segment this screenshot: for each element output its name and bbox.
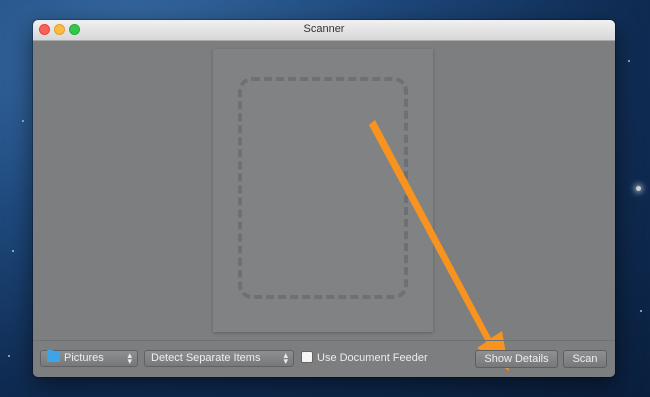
folder-icon xyxy=(47,350,60,362)
chevron-updown-icon: ▴ ▾ xyxy=(283,350,288,366)
bottom-toolbar: Pictures ▴ ▾ Detect Separate Items ▴ ▾ Use… xyxy=(33,340,615,377)
scan-mode-value: Detect Separate Items xyxy=(151,352,261,364)
star-glow xyxy=(636,186,641,191)
document-feeder-label: Use Document Feeder xyxy=(317,352,428,364)
chevron-updown-icon: ▴ ▾ xyxy=(127,350,132,366)
star xyxy=(640,310,642,312)
star xyxy=(628,60,630,62)
scan-region-placeholder xyxy=(238,77,408,299)
destination-value: Pictures xyxy=(64,352,104,364)
scan-page-preview[interactable] xyxy=(213,49,433,332)
star xyxy=(22,120,24,122)
scanner-window: Scanner Pictures ▴ ▾ Detect Separate Item… xyxy=(33,20,615,377)
star xyxy=(8,355,10,357)
window-title: Scanner xyxy=(303,23,345,35)
scan-mode-popup[interactable]: Detect Separate Items ▴ ▾ xyxy=(144,350,294,367)
title-bar[interactable]: Scanner xyxy=(33,20,615,41)
show-details-button[interactable]: Show Details xyxy=(475,350,558,368)
scan-preview-area: Pictures ▴ ▾ Detect Separate Items ▴ ▾ Use… xyxy=(33,41,615,377)
document-feeder-checkbox[interactable] xyxy=(301,351,313,363)
destination-popup[interactable]: Pictures ▴ ▾ xyxy=(40,350,138,367)
document-feeder-option: Use Document Feeder xyxy=(301,351,428,364)
scan-button[interactable]: Scan xyxy=(563,350,607,368)
star xyxy=(12,250,14,252)
